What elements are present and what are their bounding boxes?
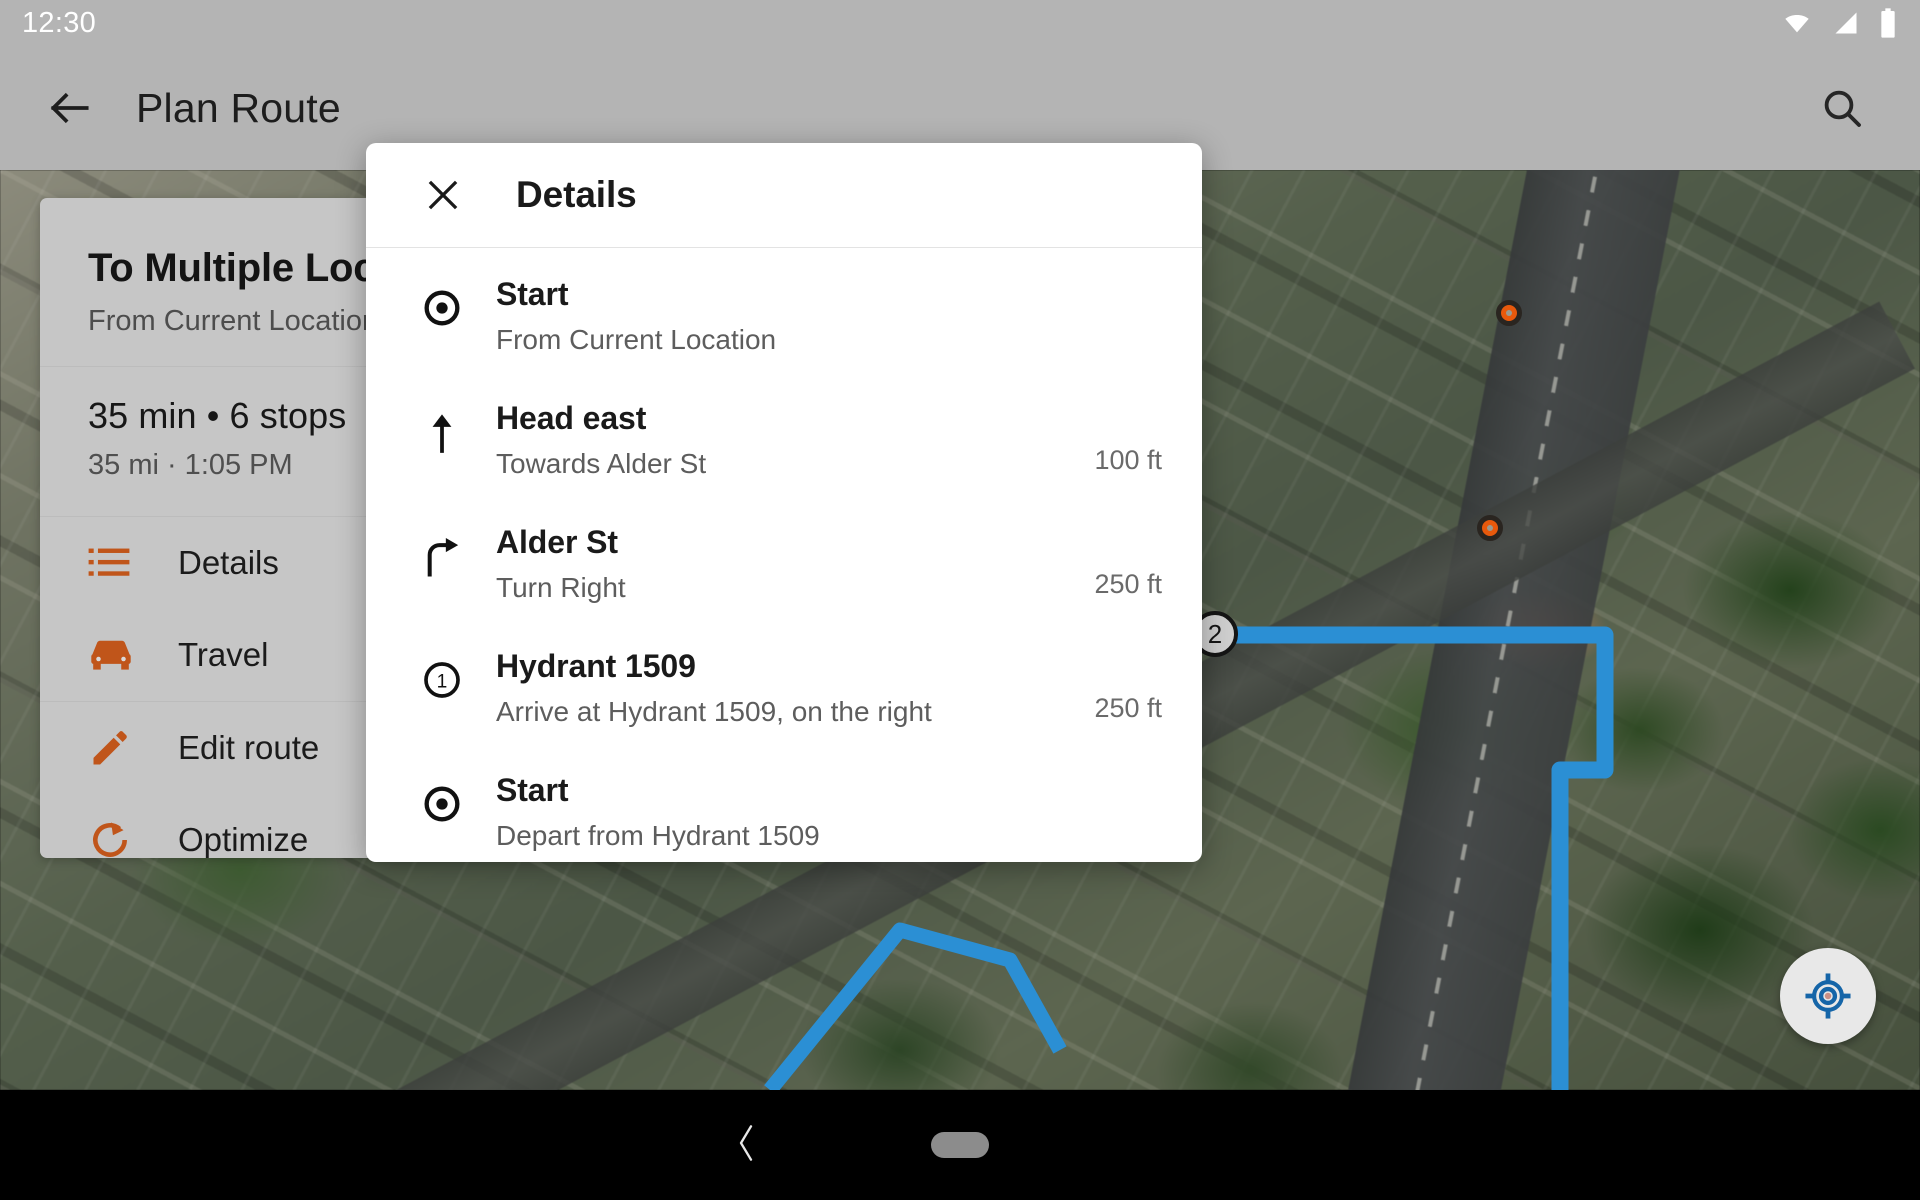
dialog-header: Details [366,143,1202,247]
my-location-button[interactable] [1780,948,1876,1044]
route-step-distance: 100 ft [1094,445,1162,475]
wifi-icon [1785,14,1809,33]
menu-item-label: Optimize [178,821,309,858]
back-button[interactable] [22,83,118,133]
menu-item-label: Details [178,544,279,581]
arrow-back-icon [50,92,89,124]
route-step-row[interactable]: Start Depart from Hydrant 1509 [366,750,1202,862]
route-step-row[interactable]: 1 Hydrant 1509 Arrive at Hydrant 1509, o… [366,626,1202,750]
route-steps-list: Start From Current Location Head east To… [366,248,1202,862]
route-step-text: Alder St Turn Right [474,524,1094,604]
route-step-row[interactable]: Start From Current Location [366,254,1202,378]
map-hydrant-marker[interactable] [1477,515,1503,541]
battery-icon [1881,8,1895,38]
pencil-icon [88,726,140,770]
status-bar: 12:30 [0,0,1920,46]
svg-text:1: 1 [437,672,448,693]
route-step-text: Start From Current Location [474,276,1162,356]
route-step-row[interactable]: Alder St Turn Right 250 ft [366,502,1202,626]
close-button[interactable] [414,166,472,224]
status-clock: 12:30 [22,6,97,39]
nav-back-icon [739,1124,753,1161]
route-step-subtitle: Towards Alder St [496,448,707,479]
route-step-distance: 250 ft [1094,569,1162,599]
route-step-text: Head east Towards Alder St [474,400,1094,480]
map-stop-marker-label: 2 [1207,618,1223,649]
search-button[interactable] [1818,84,1866,132]
route-step-title: Hydrant 1509 [496,648,696,684]
current-location-dot-icon [410,276,474,328]
arrow-straight-icon [410,400,474,456]
route-step-subtitle: From Current Location [496,324,777,355]
route-step-row[interactable]: Head east Towards Alder St 100 ft [366,378,1202,502]
car-icon [88,637,140,673]
menu-item-label: Edit route [178,729,320,766]
status-icons [1780,7,1898,39]
route-step-title: Head east [496,400,647,436]
route-step-subtitle: Turn Right [496,572,626,603]
list-icon [88,546,140,580]
current-location-dot-icon [410,772,474,824]
cell-signal-icon [1835,12,1857,34]
route-step-distance: 250 ft [1094,693,1162,723]
nav-back-button[interactable] [733,1123,759,1168]
my-location-icon [1805,973,1851,1019]
android-nav-bar [0,1090,1920,1200]
close-icon [428,180,458,210]
app-screen: 2 12:30 Plan Route To Multiple Locations… [0,0,1920,1200]
page-title: Plan Route [136,84,341,131]
stop-number-1-icon: 1 [410,648,474,700]
refresh-icon [88,818,140,858]
details-dialog: Details Start From Current Location Head… [366,143,1202,862]
route-step-text: Hydrant 1509 Arrive at Hydrant 1509, on … [474,648,1094,728]
route-step-subtitle: Depart from Hydrant 1509 [496,820,820,851]
route-step-title: Start [496,276,569,312]
map-hydrant-marker[interactable] [1496,300,1522,326]
menu-item-label: Travel [178,636,269,673]
route-step-subtitle: Arrive at Hydrant 1509, on the right [496,696,932,727]
route-step-title: Alder St [496,524,618,560]
route-step-title: Start [496,772,569,808]
route-step-text: Start Depart from Hydrant 1509 [474,772,1162,852]
search-icon [1824,90,1861,127]
turn-right-icon [410,524,474,580]
nav-home-pill[interactable] [931,1132,989,1158]
dialog-title: Details [516,174,637,215]
